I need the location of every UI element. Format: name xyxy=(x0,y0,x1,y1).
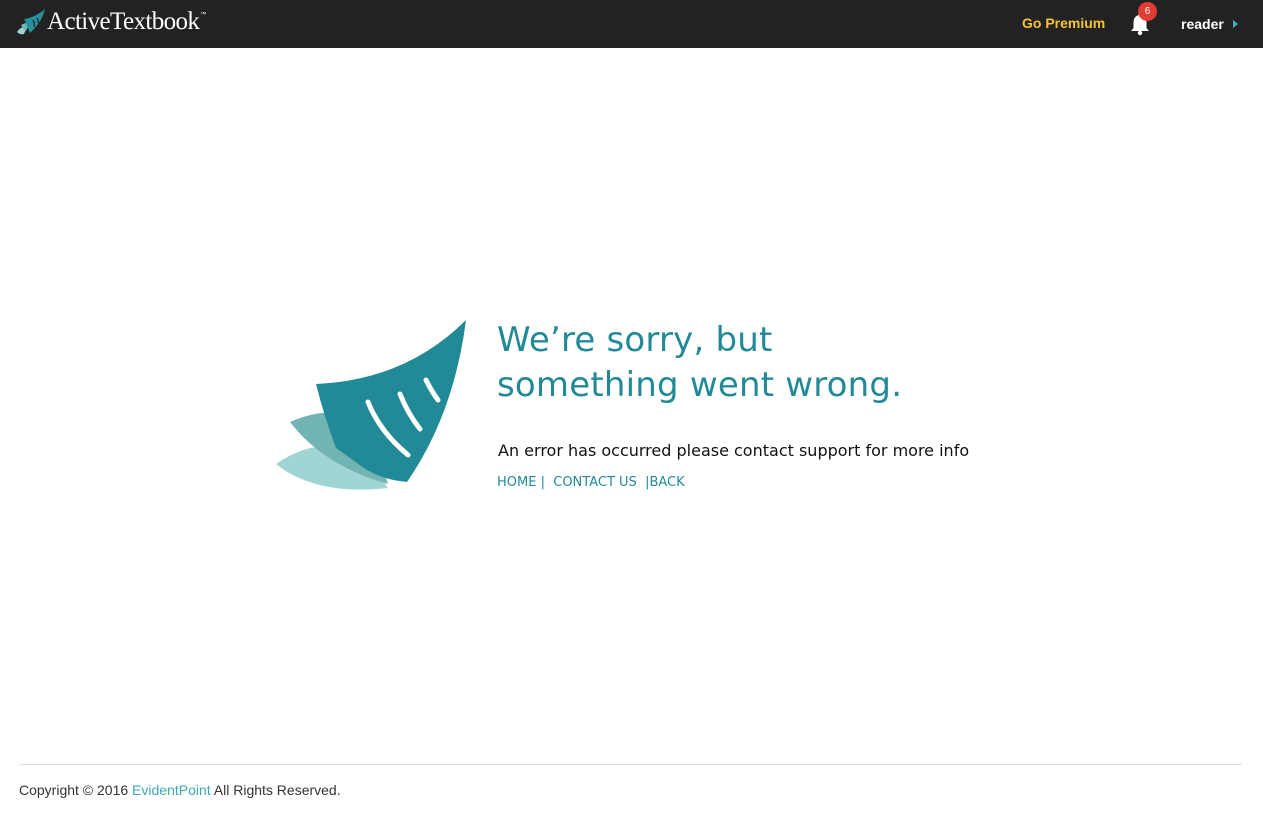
user-name: reader xyxy=(1181,16,1224,32)
top-navbar: ActiveTextbook ™ Go Premium 6 reader xyxy=(0,0,1263,48)
contact-us-link[interactable]: CONTACT US xyxy=(553,475,637,490)
error-headline-line1: We’re sorry, but xyxy=(497,320,773,360)
copyright-prefix: Copyright © 2016 xyxy=(19,782,129,798)
book-pages-logo-icon xyxy=(276,320,466,490)
notification-count-badge: 6 xyxy=(1138,2,1157,21)
footer-divider xyxy=(19,764,1242,765)
back-link[interactable]: BACK xyxy=(649,475,684,490)
brand-home-link[interactable]: ActiveTextbook ™ xyxy=(16,7,206,37)
book-pages-logo-icon xyxy=(17,9,45,35)
company-link[interactable]: EvidentPoint xyxy=(132,782,211,798)
brand-name: ActiveTextbook xyxy=(47,8,200,35)
go-premium-link[interactable]: Go Premium xyxy=(1022,14,1105,32)
copyright-suffix: All Rights Reserved. xyxy=(213,782,341,798)
error-message: An error has occurred please contact sup… xyxy=(498,441,970,460)
link-separator: | xyxy=(540,475,545,490)
brand-trademark: ™ xyxy=(200,12,207,18)
footer-copyright: Copyright © 2016 EvidentPoint All Rights… xyxy=(19,781,341,799)
caret-right-icon xyxy=(1232,20,1238,28)
user-menu[interactable]: reader xyxy=(1181,15,1238,33)
home-link[interactable]: HOME xyxy=(497,475,536,490)
error-headline: We’re sorry, but something went wrong. xyxy=(497,318,902,408)
error-links: HOME | CONTACT US |BACK xyxy=(497,474,685,492)
error-headline-line2: something went wrong. xyxy=(497,365,903,405)
